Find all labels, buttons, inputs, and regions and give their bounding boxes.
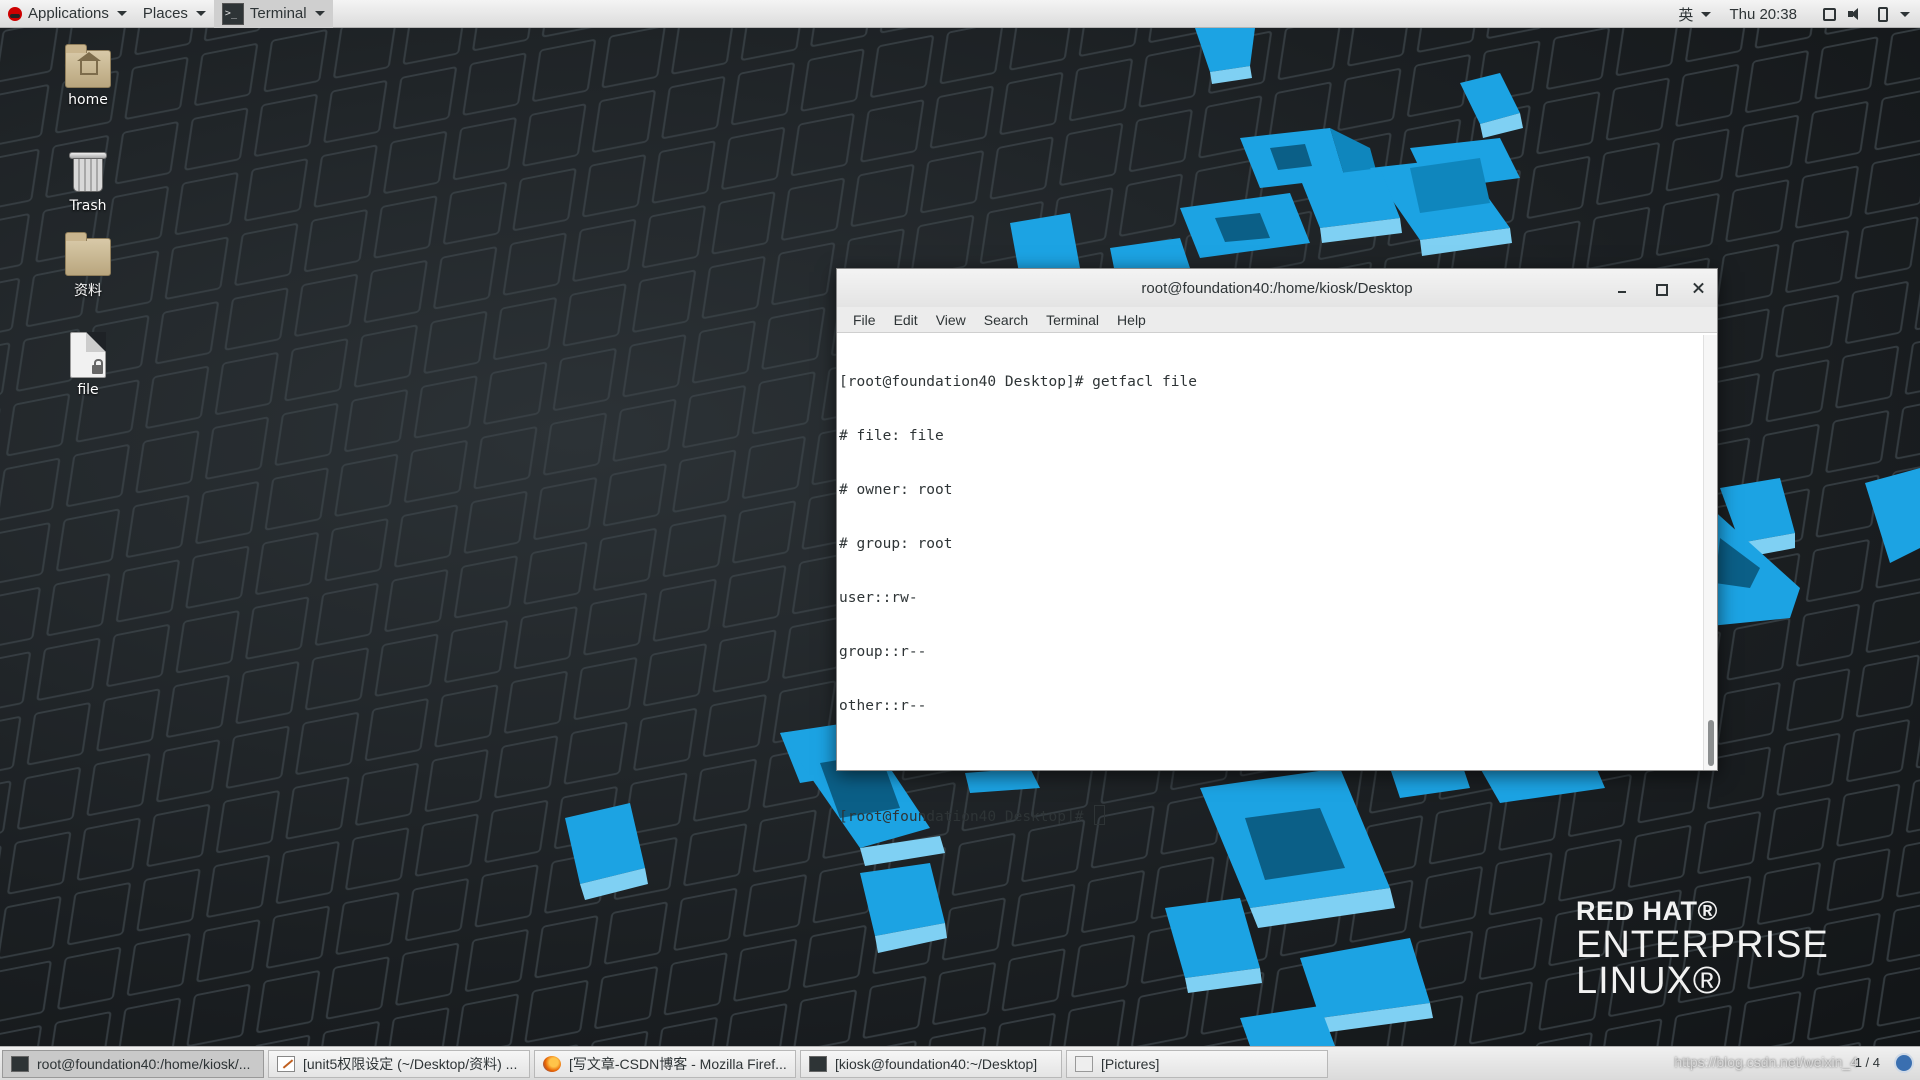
folder-icon bbox=[1075, 1056, 1093, 1072]
workspace-switcher-icon[interactable] bbox=[1894, 1053, 1914, 1073]
chevron-down-icon bbox=[195, 11, 206, 16]
terminal-line: other::r-- bbox=[839, 698, 927, 714]
scrollbar[interactable] bbox=[1703, 335, 1717, 770]
task-terminal-root[interactable]: root@foundation40:/home/kiosk/... bbox=[2, 1050, 264, 1078]
trash-icon bbox=[69, 148, 107, 194]
menu-search[interactable]: Search bbox=[976, 310, 1036, 330]
terminal-icon bbox=[809, 1056, 827, 1072]
task-gedit[interactable]: [unit5权限设定 (~/Desktop/资料) ... bbox=[268, 1050, 530, 1078]
desktop-icon-label: home bbox=[68, 92, 108, 108]
lock-icon bbox=[92, 359, 103, 374]
maximize-icon[interactable] bbox=[1653, 280, 1669, 296]
terminal-line: # owner: root bbox=[839, 482, 953, 498]
minimize-icon[interactable] bbox=[1615, 280, 1631, 296]
input-method-label: 英 bbox=[1678, 6, 1694, 24]
terminal-output[interactable]: [root@foundation40 Desktop]# getfacl fil… bbox=[837, 335, 1703, 825]
active-app-label: Terminal bbox=[249, 5, 307, 22]
menu-terminal[interactable]: Terminal bbox=[1038, 310, 1107, 330]
terminal-prompt-line[interactable]: [root@foundation40 Desktop]# bbox=[839, 805, 1701, 826]
window-title: root@foundation40:/home/kiosk/Desktop bbox=[1141, 279, 1413, 297]
terminal-prompt: [root@foundation40 Desktop]# bbox=[839, 809, 1093, 825]
places-menu[interactable]: Places bbox=[135, 0, 214, 28]
terminal-line: # file: file bbox=[839, 428, 944, 444]
active-app-menu[interactable]: >_ Terminal bbox=[213, 0, 333, 28]
task-label: [写文章-CSDN博客 - Mozilla Firef... bbox=[569, 1056, 787, 1072]
close-icon[interactable] bbox=[1691, 280, 1707, 296]
desktop-icon-label: 资料 bbox=[74, 283, 102, 299]
menu-view[interactable]: View bbox=[928, 310, 974, 330]
home-folder-icon bbox=[65, 44, 111, 88]
menu-help[interactable]: Help bbox=[1109, 310, 1154, 330]
terminal-window[interactable]: root@foundation40:/home/kiosk/Desktop Fi… bbox=[836, 268, 1718, 825]
redhat-icon bbox=[8, 6, 22, 21]
power-icon[interactable] bbox=[1878, 6, 1888, 22]
task-firefox[interactable]: [写文章-CSDN博客 - Mozilla Firef... bbox=[534, 1050, 796, 1078]
task-label: [kiosk@foundation40:~/Desktop] bbox=[835, 1056, 1038, 1072]
text-cursor bbox=[1094, 805, 1106, 825]
firefox-icon bbox=[543, 1056, 561, 1072]
chevron-down-icon[interactable] bbox=[1900, 11, 1910, 17]
workspace-pager[interactable]: 1 / 4 bbox=[1855, 1055, 1880, 1070]
desktop-icon-folder[interactable]: 资料 bbox=[40, 232, 136, 300]
places-label: Places bbox=[142, 5, 188, 22]
input-method-menu[interactable]: 英 bbox=[1678, 0, 1712, 28]
menu-file[interactable]: File bbox=[845, 310, 884, 330]
terminal-icon bbox=[11, 1056, 29, 1072]
terminal-line: user::rw- bbox=[839, 590, 918, 606]
clock[interactable]: Thu 20:38 bbox=[1729, 6, 1797, 23]
logo-line-2: ENTERPRISE bbox=[1576, 924, 1829, 966]
task-label: [Pictures] bbox=[1101, 1056, 1160, 1072]
desktop-icon-label: file bbox=[77, 382, 99, 398]
chevron-down-icon bbox=[314, 11, 325, 16]
desktop-icon-home[interactable]: home bbox=[40, 44, 136, 108]
chevron-down-icon bbox=[116, 11, 127, 16]
task-pictures[interactable]: [Pictures] bbox=[1066, 1050, 1328, 1078]
screen-icon[interactable] bbox=[1823, 7, 1836, 21]
window-titlebar[interactable]: root@foundation40:/home/kiosk/Desktop bbox=[837, 269, 1717, 307]
task-terminal-kiosk[interactable]: [kiosk@foundation40:~/Desktop] bbox=[800, 1050, 1062, 1078]
desktop-icon-trash[interactable]: Trash bbox=[40, 148, 136, 214]
task-label: [unit5权限设定 (~/Desktop/资料) ... bbox=[303, 1056, 518, 1072]
scrollbar-thumb[interactable] bbox=[1708, 720, 1714, 766]
task-label: root@foundation40:/home/kiosk/... bbox=[37, 1056, 251, 1072]
terminal-line: [root@foundation40 Desktop]# getfacl fil… bbox=[839, 374, 1197, 390]
terminal-line: group::r-- bbox=[839, 644, 927, 660]
locked-file-icon bbox=[70, 332, 106, 378]
desktop-icon-label: Trash bbox=[69, 198, 107, 214]
applications-menu[interactable]: Applications bbox=[0, 0, 135, 28]
menu-edit[interactable]: Edit bbox=[886, 310, 926, 330]
terminal-line: # group: root bbox=[839, 536, 953, 552]
top-panel: Applications Places >_ Terminal 英 Thu 20… bbox=[0, 0, 1920, 28]
redhat-logo: RED HAT® ENTERPRISE LINUX® bbox=[1576, 896, 1829, 1002]
logo-line-1: RED HAT® bbox=[1576, 896, 1718, 926]
text-editor-icon bbox=[277, 1056, 295, 1072]
watermark: https://blog.csdn.net/weixin_4 bbox=[1674, 1054, 1858, 1070]
desktop-icon-file[interactable]: file bbox=[40, 332, 136, 398]
logo-line-3: LINUX® bbox=[1576, 960, 1722, 1002]
terminal-menubar: File Edit View Search Terminal Help bbox=[837, 307, 1717, 333]
terminal-icon: >_ bbox=[221, 2, 244, 25]
folder-icon bbox=[65, 232, 111, 276]
volume-icon[interactable] bbox=[1848, 7, 1866, 21]
bottom-panel: root@foundation40:/home/kiosk/... [unit5… bbox=[0, 1046, 1920, 1080]
applications-label: Applications bbox=[28, 5, 109, 22]
chevron-down-icon bbox=[1701, 11, 1712, 17]
